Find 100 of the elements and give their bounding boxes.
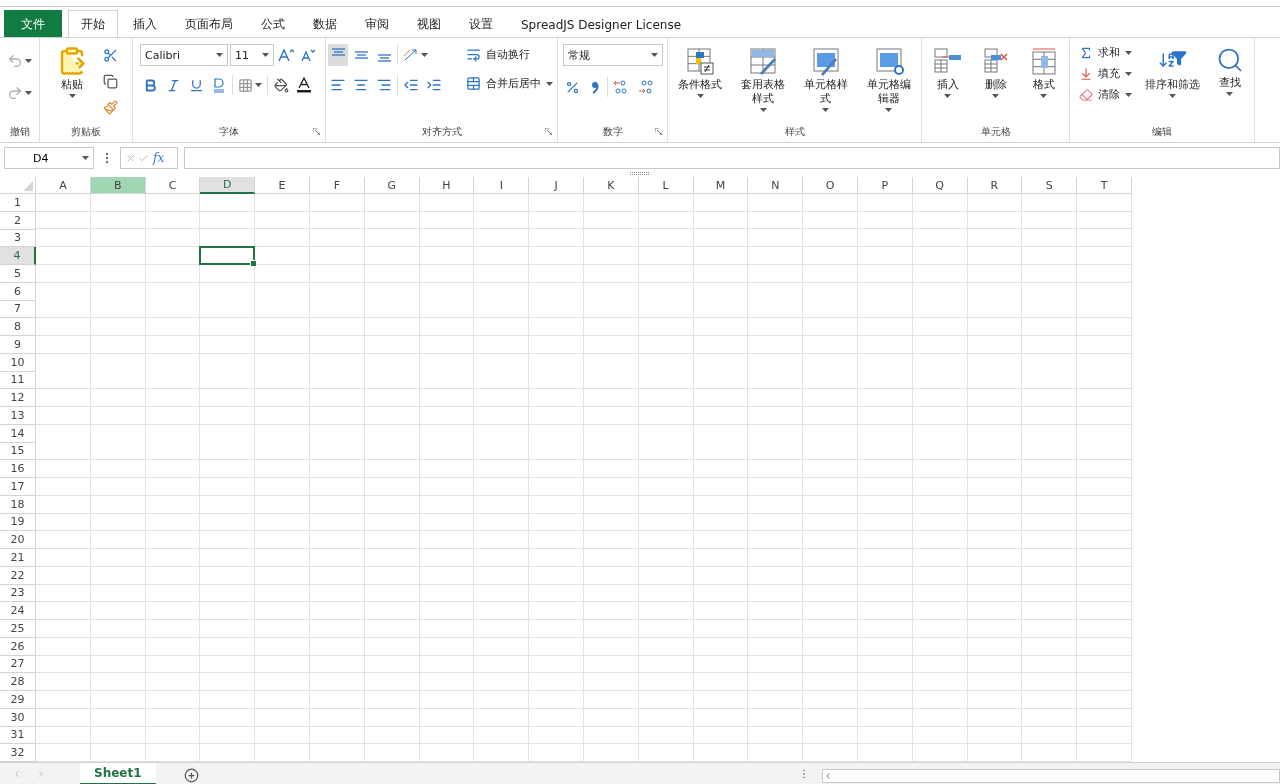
column-header[interactable]: E bbox=[255, 177, 310, 194]
column-header[interactable]: N bbox=[748, 177, 804, 194]
style-button[interactable]: 单元格样式 bbox=[797, 44, 855, 114]
caret-icon bbox=[546, 81, 553, 86]
style-button[interactable]: 套用表格样式 bbox=[734, 44, 792, 114]
row-header[interactable]: 20 bbox=[0, 531, 36, 549]
caret-icon bbox=[68, 94, 76, 98]
splitter-grip-icon[interactable] bbox=[630, 171, 650, 175]
cell-style-icon bbox=[810, 46, 841, 76]
group-label: 字体 bbox=[218, 125, 240, 139]
column-header[interactable]: D bbox=[200, 177, 256, 194]
row-header[interactable]: 17 bbox=[0, 478, 36, 496]
column-header[interactable]: G bbox=[364, 177, 420, 194]
row-header[interactable]: 12 bbox=[0, 389, 36, 407]
paste-button[interactable]: 粘贴 bbox=[52, 44, 92, 100]
row-header[interactable]: 28 bbox=[0, 673, 36, 691]
row-header[interactable]: 13 bbox=[0, 407, 36, 425]
edit-button[interactable]: 清除 bbox=[1076, 86, 1134, 103]
top-align-icon bbox=[330, 48, 346, 56]
column-header[interactable]: M bbox=[693, 177, 749, 194]
row-header[interactable]: 9 bbox=[0, 336, 36, 354]
row-header[interactable]: 4 bbox=[0, 247, 36, 265]
group-label: 对齐方式 bbox=[420, 125, 463, 139]
ribbon-tab[interactable]: 设置 bbox=[456, 10, 506, 38]
ribbon-tab[interactable]: 公式 bbox=[248, 10, 298, 38]
font-color-icon bbox=[297, 77, 311, 93]
table-style-icon bbox=[748, 46, 779, 76]
row-header[interactable]: 32 bbox=[0, 744, 36, 762]
column-header[interactable]: B bbox=[90, 177, 146, 194]
comma-icon bbox=[590, 80, 599, 94]
active-cell[interactable] bbox=[199, 246, 256, 265]
merge-center-button[interactable]: 合并后居中 bbox=[464, 75, 555, 92]
row-header[interactable]: 1 bbox=[0, 194, 36, 212]
row-header[interactable]: 24 bbox=[0, 602, 36, 620]
style-button[interactable]: 条件格式 bbox=[672, 44, 729, 100]
edit-button[interactable]: 排序和筛选 bbox=[1141, 44, 1204, 100]
double-underline-icon bbox=[213, 77, 225, 93]
dialog-launcher-icon[interactable] bbox=[545, 128, 552, 135]
caret-icon bbox=[1169, 94, 1176, 98]
font-size-select[interactable]: 11 bbox=[230, 44, 274, 66]
column-header[interactable]: O bbox=[803, 177, 858, 194]
ribbon-tab[interactable]: 页面布局 bbox=[172, 10, 246, 38]
edit-button[interactable]: 求和 bbox=[1076, 44, 1134, 61]
font-family-select[interactable]: Calibri bbox=[140, 44, 228, 66]
cells-button[interactable]: 删除 bbox=[975, 44, 1016, 100]
formula-input[interactable] bbox=[184, 147, 1280, 169]
add-sheet-icon[interactable] bbox=[183, 768, 199, 783]
column-header[interactable]: S bbox=[1022, 177, 1078, 194]
align-left-icon bbox=[330, 77, 346, 93]
edit-button[interactable]: 填充 bbox=[1076, 65, 1134, 82]
horizontal-scrollbar[interactable] bbox=[822, 769, 1280, 783]
column-header[interactable]: K bbox=[583, 177, 639, 194]
undo-icon bbox=[7, 53, 23, 69]
file-menu-button[interactable]: 文件 bbox=[4, 10, 62, 38]
row-header[interactable]: 25 bbox=[0, 620, 36, 638]
ribbon-tab[interactable]: 视图 bbox=[404, 10, 454, 38]
wrap-text-button[interactable]: 自动换行 bbox=[464, 46, 532, 63]
paintbrush-icon bbox=[102, 99, 118, 115]
column-header[interactable]: R bbox=[967, 177, 1023, 194]
group-label: 单元格 bbox=[979, 125, 1012, 139]
caret-icon bbox=[822, 108, 830, 112]
sheet-tab[interactable]: Sheet1 bbox=[80, 763, 156, 784]
row-header[interactable]: 5 bbox=[0, 265, 36, 283]
caret-icon bbox=[25, 91, 32, 95]
cells-button[interactable]: 插入 bbox=[927, 44, 968, 100]
dialog-launcher-icon[interactable] bbox=[313, 128, 320, 135]
column-header[interactable]: T bbox=[1077, 177, 1132, 194]
edit-button[interactable]: 查找 bbox=[1211, 44, 1248, 98]
decrease-indent-icon bbox=[403, 77, 419, 93]
row-header[interactable]: 29 bbox=[0, 691, 36, 709]
style-button[interactable]: 单元格编辑器 bbox=[860, 44, 917, 114]
scroll-left-icon[interactable] bbox=[823, 771, 833, 781]
dialog-launcher-icon[interactable] bbox=[655, 128, 662, 135]
row-header[interactable]: 16 bbox=[0, 460, 36, 478]
column-header[interactable]: F bbox=[310, 177, 365, 194]
column-header[interactable]: Q bbox=[912, 177, 968, 194]
group-label: 撤销 bbox=[8, 125, 31, 139]
column-header[interactable]: I bbox=[474, 177, 530, 194]
group-label: 剪贴板 bbox=[70, 125, 102, 139]
ribbon-tab[interactable]: 插入 bbox=[120, 10, 170, 38]
column-header[interactable]: A bbox=[36, 177, 91, 194]
scissors-icon bbox=[102, 47, 118, 63]
borders-icon bbox=[238, 77, 253, 93]
caret-icon bbox=[759, 108, 767, 112]
row-header[interactable]: 8 bbox=[0, 318, 36, 336]
column-header[interactable]: J bbox=[529, 177, 584, 194]
number-format-select[interactable]: 常规 bbox=[562, 44, 663, 66]
ribbon-tab[interactable]: SpreadJS Designer License bbox=[508, 10, 695, 38]
caret-icon bbox=[421, 53, 428, 57]
column-header[interactable]: P bbox=[857, 177, 913, 194]
ribbon-tab[interactable]: 数据 bbox=[300, 10, 350, 38]
name-box[interactable]: D4 bbox=[4, 147, 94, 169]
ribbon-tab[interactable]: 开始 bbox=[68, 10, 118, 38]
cells-button[interactable]: 格式 bbox=[1023, 44, 1064, 100]
column-header[interactable]: L bbox=[638, 177, 694, 194]
row-header[interactable]: 21 bbox=[0, 549, 36, 567]
column-header[interactable]: C bbox=[145, 177, 201, 194]
merge-cells-icon bbox=[466, 76, 481, 91]
column-header[interactable]: H bbox=[419, 177, 475, 194]
ribbon-tab[interactable]: 审阅 bbox=[352, 10, 402, 38]
